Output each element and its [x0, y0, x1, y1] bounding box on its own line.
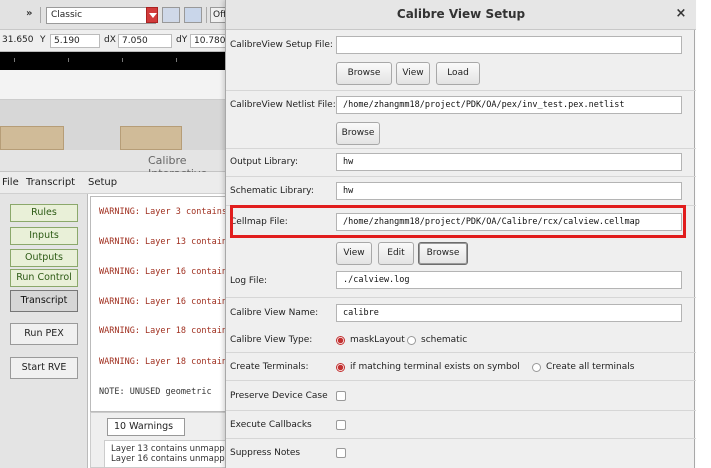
transcript-line: WARNING: Layer 18 contains — [99, 357, 233, 367]
dialog-title: Calibre View Setup — [396, 7, 526, 21]
dx-value: 7.050 — [118, 34, 172, 48]
matching-terminal-option-label[interactable]: if matching terminal exists on symbol — [350, 362, 520, 372]
run-pex-button[interactable]: Run PEX — [10, 323, 78, 345]
transcript-line: WARNING: Layer 3 contains — [99, 207, 227, 217]
netlist-file-label: CalibreView Netlist File: — [230, 100, 336, 110]
setup-view-button[interactable]: View — [396, 62, 430, 85]
view-name-input[interactable]: calibre — [336, 304, 682, 322]
sidebar-transcript-button[interactable]: Transcript — [10, 290, 78, 312]
transcript-line: WARNING: Layer 13 contains — [99, 237, 233, 247]
calibre-sidebar: Rules Inputs Outputs Run Control Transcr… — [0, 194, 88, 468]
divider — [226, 176, 696, 177]
folder-icon — [0, 126, 64, 150]
calibre-interactive-titlebar: Calibre Interactive — [0, 150, 230, 180]
warnings-tab[interactable]: 10 Warnings — [107, 418, 185, 436]
canvas-tick — [122, 58, 123, 62]
cellmap-highlight-box — [230, 205, 686, 238]
sidebar-outputs-button[interactable]: Outputs — [10, 249, 78, 267]
toolbar-separator — [206, 7, 207, 23]
radio-create-all-terminals[interactable] — [532, 363, 541, 372]
transcript-line: WARNING: Layer 16 contains — [99, 297, 233, 307]
coordinate-bar: 31.650 Y 5.190 dX 7.050 dY 10.780 — [0, 30, 230, 52]
chevron-double-right-icon[interactable]: » — [26, 8, 32, 19]
setup-browse-button[interactable]: Browse — [336, 62, 392, 85]
canvas-tick — [14, 58, 15, 62]
suppress-notes-label: Suppress Notes — [230, 448, 301, 458]
netlist-browse-button[interactable]: Browse — [336, 122, 380, 145]
log-file-input[interactable]: ./calview.log — [336, 271, 682, 289]
divider — [226, 90, 696, 91]
dialog-titlebar: Calibre View Setup × — [226, 0, 696, 30]
view-type-label: Calibre View Type: — [230, 335, 313, 345]
warnings-list[interactable]: Layer 13 contains unmapped Layer 16 cont… — [104, 440, 230, 468]
view-mode-combo[interactable]: Classic — [46, 7, 156, 24]
create-all-terminals-option-label[interactable]: Create all terminals — [546, 362, 634, 372]
cellmap-browse-button[interactable]: Browse — [418, 242, 468, 265]
canvas-tick — [176, 58, 177, 62]
warning-item[interactable]: Layer 13 contains unmapped — [111, 444, 229, 454]
ruler-area — [0, 70, 230, 100]
sidebar-inputs-button[interactable]: Inputs — [10, 227, 78, 245]
dy-value: 10.780 — [190, 34, 230, 48]
folder-icon — [120, 126, 182, 150]
transcript-line: NOTE: UNUSED geometric — [99, 387, 212, 397]
suppress-notes-checkbox[interactable] — [336, 448, 346, 458]
y-coordinate-value: 5.190 — [50, 34, 100, 48]
transcript-line: WARNING: Layer 18 contains — [99, 326, 233, 336]
copy-icon[interactable] — [184, 7, 202, 23]
close-icon[interactable]: × — [674, 6, 688, 22]
divider — [226, 410, 696, 411]
menu-bar: File Transcript Setup — [0, 172, 230, 194]
background-toolbar: » Classic Off — [0, 0, 232, 30]
preserve-device-case-checkbox[interactable] — [336, 391, 346, 401]
sidebar-rules-button[interactable]: Rules — [10, 204, 78, 222]
preserve-device-case-label: Preserve Device Case — [230, 391, 328, 401]
schematic-library-label: Schematic Library: — [230, 186, 314, 196]
log-file-label: Log File: — [230, 276, 268, 286]
divider — [226, 380, 696, 381]
canvas-tick — [68, 58, 69, 62]
transcript-panel[interactable]: WARNING: Layer 3 contains WARNING: Layer… — [90, 196, 233, 412]
menu-setup[interactable]: Setup — [88, 177, 117, 188]
execute-callbacks-checkbox[interactable] — [336, 420, 346, 430]
layout-canvas[interactable] — [0, 52, 230, 70]
divider — [226, 148, 696, 149]
setup-file-label: CalibreView Setup File: — [230, 40, 333, 50]
create-terminals-label: Create Terminals: — [230, 362, 309, 372]
menu-file[interactable]: File — [2, 177, 19, 188]
dx-label: dX — [104, 35, 116, 45]
toolbar-separator — [40, 7, 42, 23]
netlist-file-input[interactable]: /home/zhangmm18/project/PDK/OA/pex/inv_t… — [336, 96, 682, 114]
schematic-option-label[interactable]: schematic — [421, 335, 467, 345]
view-name-label: Calibre View Name: — [230, 308, 319, 318]
output-library-input[interactable]: hw — [336, 153, 682, 171]
dy-label: dY — [176, 35, 188, 45]
output-library-label: Output Library: — [230, 157, 298, 167]
schematic-library-input[interactable]: hw — [336, 182, 682, 200]
masklayout-option-label[interactable]: maskLayout — [350, 335, 405, 345]
y-coordinate-label: Y — [40, 35, 46, 45]
setup-load-button[interactable]: Load — [436, 62, 480, 85]
cellmap-edit-button[interactable]: Edit — [378, 242, 414, 265]
divider — [226, 297, 696, 298]
cellmap-view-button[interactable]: View — [336, 242, 372, 265]
transcript-line: WARNING: Layer 16 contains — [99, 267, 233, 277]
layers-icon[interactable] — [162, 7, 180, 23]
setup-file-input[interactable] — [336, 36, 682, 54]
execute-callbacks-label: Execute Callbacks — [230, 420, 312, 430]
x-coordinate-value: 31.650 — [2, 35, 34, 45]
divider — [226, 352, 696, 353]
radio-schematic[interactable] — [407, 336, 416, 345]
radio-matching-terminal[interactable] — [336, 363, 345, 372]
dropdown-arrow-icon[interactable] — [146, 7, 158, 23]
start-rve-button[interactable]: Start RVE — [10, 357, 78, 379]
radio-masklayout[interactable] — [336, 336, 345, 345]
sidebar-run-control-button[interactable]: Run Control — [10, 269, 78, 287]
divider — [226, 438, 696, 439]
menu-transcript[interactable]: Transcript — [26, 177, 75, 188]
warning-item[interactable]: Layer 16 contains unmapped — [111, 454, 229, 464]
